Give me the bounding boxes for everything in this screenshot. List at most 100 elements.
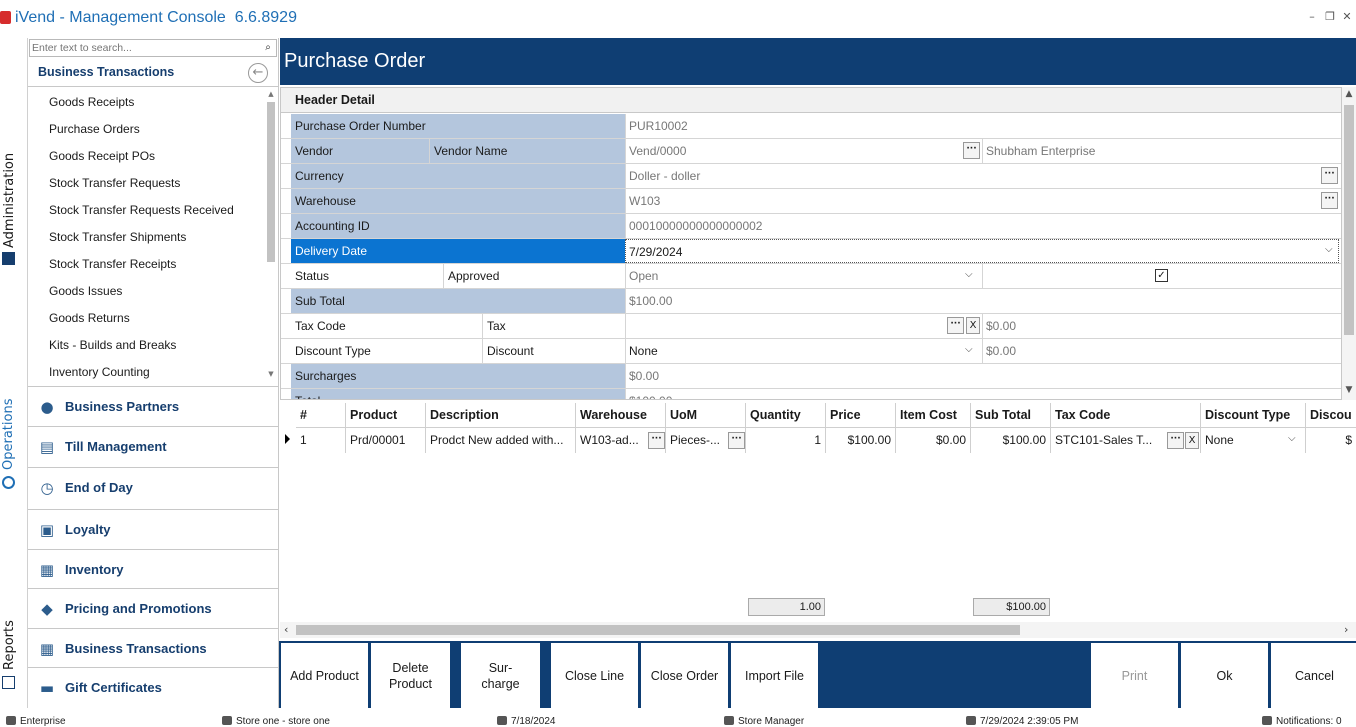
total-field: $100.00 — [625, 389, 1341, 399]
delivery-date-picker[interactable]: 7/29/2024 — [625, 239, 1339, 263]
vendor-name-field: Shubham Enterprise — [982, 139, 1341, 163]
scroll-up-icon[interactable]: ▲ — [267, 90, 275, 98]
vendor-field[interactable]: Vend/0000 — [625, 139, 982, 163]
print-button[interactable]: Print — [1091, 643, 1179, 708]
nav-business-transactions[interactable]: ▦ Business Transactions — [28, 628, 278, 668]
app-logo-icon — [0, 11, 11, 24]
nav-till-management[interactable]: ▤ Till Management — [28, 426, 278, 466]
cancel-button[interactable]: Cancel — [1271, 643, 1356, 708]
action-bar: Add Product Delete Product Sur-charge Cl… — [279, 641, 1356, 708]
tax-code-clear-button[interactable]: X — [1185, 432, 1199, 449]
scroll-thumb[interactable] — [267, 102, 275, 262]
tax-code-lookup-button[interactable]: ··· — [1167, 432, 1184, 449]
tag-icon: ◆ — [41, 600, 53, 618]
bell-icon — [1262, 716, 1272, 725]
close-order-button[interactable]: Close Order — [641, 643, 729, 708]
row-delivery-date: Delivery Date 7/29/2024 ⌵ — [281, 239, 1341, 264]
row-accounting-id: Accounting ID 00010000000000000002 — [281, 214, 1341, 239]
warehouse-field[interactable]: W103 — [625, 189, 1341, 213]
chevron-down-icon[interactable]: ⌵ — [965, 269, 973, 280]
chevron-down-icon[interactable]: ⌵ — [965, 344, 973, 355]
tax-code-field[interactable] — [625, 314, 982, 338]
scroll-thumb[interactable] — [296, 625, 1020, 635]
header-detail-scrollbar[interactable]: ▲ ▼ — [1342, 87, 1356, 400]
tab-operations[interactable]: Operations — [0, 390, 26, 490]
surcharge-button[interactable]: Sur-charge — [461, 643, 541, 708]
surcharges-field: $0.00 — [625, 364, 1341, 388]
sidebar-item-stock-transfer-requests[interactable]: Stock Transfer Requests — [49, 176, 180, 190]
sidebar-scrollbar[interactable]: ▲ ▼ — [267, 90, 275, 380]
status-datetime: 7/29/2024 2:39:05 PM — [966, 716, 1078, 727]
close-icon[interactable]: ✕ — [1341, 10, 1353, 23]
search-input[interactable] — [29, 39, 277, 57]
restore-icon[interactable]: ❐ — [1324, 10, 1336, 23]
minimize-icon[interactable]: – — [1306, 10, 1318, 23]
approved-checkbox[interactable]: ✓ — [1155, 269, 1168, 282]
ok-button[interactable]: Ok — [1181, 643, 1269, 708]
scroll-left-icon[interactable]: ‹ — [284, 623, 288, 636]
currency-lookup-button[interactable]: ··· — [1321, 167, 1338, 184]
row-indicator-icon — [285, 434, 290, 444]
sidebar-item-goods-receipts[interactable]: Goods Receipts — [49, 95, 134, 109]
scroll-up-icon[interactable]: ▲ — [1342, 89, 1356, 99]
row-discount: Discount Type Discount None ⌵ $0.00 — [281, 339, 1341, 364]
sidebar-submenu: Goods Receipts Purchase Orders Goods Rec… — [28, 88, 278, 384]
status-dropdown[interactable]: Open — [625, 264, 982, 288]
discount-type-dropdown[interactable]: None — [625, 339, 982, 363]
scroll-right-icon[interactable]: › — [1344, 623, 1348, 636]
sidebar-item-goods-receipt-pos[interactable]: Goods Receipt POs — [49, 149, 155, 163]
scroll-down-icon[interactable]: ▼ — [1342, 385, 1356, 395]
import-file-button[interactable]: Import File — [731, 643, 819, 708]
row-po-number: Purchase Order Number PUR10002 — [281, 114, 1341, 139]
administration-icon — [2, 252, 15, 265]
search-icon[interactable]: ⌕ — [261, 41, 275, 55]
tab-administration[interactable]: Administration — [0, 38, 26, 278]
nav-inventory[interactable]: ▦ Inventory — [28, 549, 278, 589]
sidebar-item-goods-returns[interactable]: Goods Returns — [49, 311, 130, 325]
add-product-button[interactable]: Add Product — [281, 643, 369, 708]
tab-reports[interactable]: Reports — [0, 618, 26, 708]
nav-pricing-promotions[interactable]: ◆ Pricing and Promotions — [28, 588, 278, 628]
sidebar-item-purchase-orders[interactable]: Purchase Orders — [49, 122, 140, 136]
sidebar-item-stock-transfer-requests-received[interactable]: Stock Transfer Requests Received — [49, 203, 234, 217]
chevron-down-icon[interactable]: ⌵ — [1288, 433, 1296, 444]
sidebar-item-stock-transfer-receipts[interactable]: Stock Transfer Receipts — [49, 257, 176, 271]
delete-product-button[interactable]: Delete Product — [371, 643, 451, 708]
reports-icon — [2, 676, 15, 689]
nav-gift-certificates[interactable]: ▬ Gift Certificates — [28, 667, 278, 707]
currency-field[interactable]: Doller - doller — [625, 164, 1341, 188]
sidebar-item-kits-builds-breaks[interactable]: Kits - Builds and Breaks — [49, 338, 176, 352]
back-arrow-icon[interactable]: ← — [248, 63, 268, 83]
nav-loyalty[interactable]: ▣ Loyalty — [28, 509, 278, 549]
chevron-down-icon[interactable]: ⌵ — [1325, 244, 1333, 255]
uom-lookup-button[interactable]: ··· — [728, 432, 745, 449]
status-store: Store one - store one — [222, 716, 330, 727]
nav-business-partners[interactable]: ● Business Partners — [28, 386, 278, 426]
tax-code-clear-button[interactable]: X — [966, 317, 980, 334]
sidebar-item-goods-issues[interactable]: Goods Issues — [49, 284, 122, 298]
scroll-down-icon[interactable]: ▼ — [267, 370, 275, 378]
calendar-icon — [497, 716, 507, 725]
status-bar: Enterprise Store one - store one 7/18/20… — [0, 713, 1356, 727]
till-icon: ▤ — [39, 438, 55, 456]
warehouse-lookup-button[interactable]: ··· — [1321, 192, 1338, 209]
tax-code-lookup-button[interactable]: ··· — [947, 317, 964, 334]
line-items-grid: # Product Description Warehouse UoM Quan… — [280, 401, 1356, 627]
sidebar-item-inventory-counting[interactable]: Inventory Counting — [49, 365, 150, 379]
title-bar: iVend - Management Console 6.6.8929 – ❐ … — [0, 0, 1356, 38]
status-notifications[interactable]: Notifications: 0 — [1262, 716, 1342, 727]
sidebar: ⌕ Business Transactions ← Goods Receipts… — [28, 38, 279, 708]
sidebar-item-stock-transfer-shipments[interactable]: Stock Transfer Shipments — [49, 230, 186, 244]
grid-horizontal-scrollbar[interactable]: ‹ › — [280, 622, 1356, 638]
clock-icon: ◷ — [40, 479, 54, 497]
scroll-thumb[interactable] — [1344, 105, 1354, 335]
store-icon — [222, 716, 232, 725]
warehouse-lookup-button[interactable]: ··· — [648, 432, 665, 449]
row-tax: Tax Code Tax ··· X $0.00 — [281, 314, 1341, 339]
page-title: Purchase Order — [284, 50, 426, 72]
discount-field: $0.00 — [982, 339, 1341, 363]
vendor-lookup-button[interactable]: ··· — [963, 142, 980, 159]
tax-field: $0.00 — [982, 314, 1341, 338]
nav-end-of-day[interactable]: ◷ End of Day — [28, 467, 278, 507]
close-line-button[interactable]: Close Line — [551, 643, 639, 708]
